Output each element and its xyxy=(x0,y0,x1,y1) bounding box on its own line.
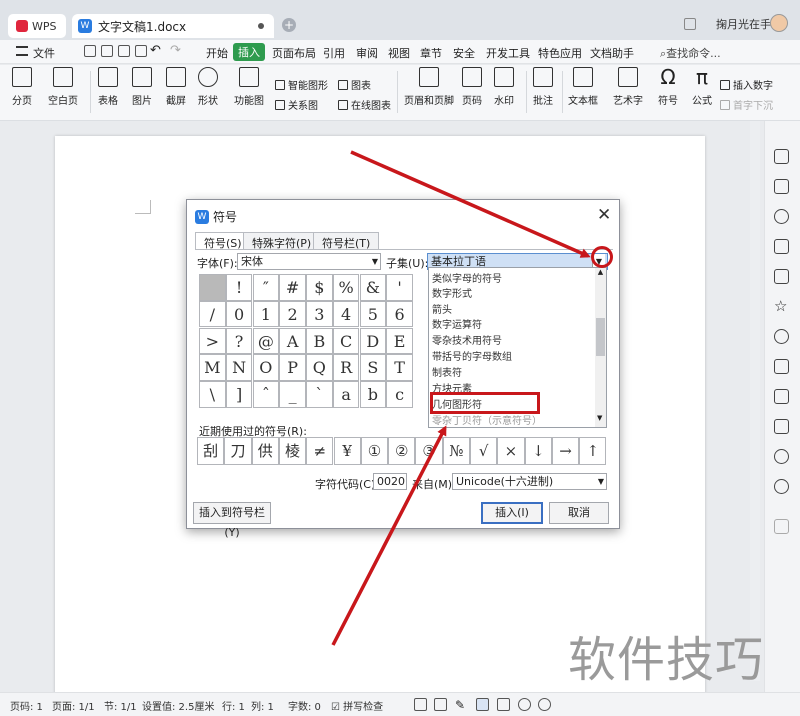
annotation-arrows xyxy=(331,150,591,646)
arrow-to-geometric-shapes xyxy=(331,425,447,646)
arrow-to-dropdown xyxy=(350,150,591,258)
